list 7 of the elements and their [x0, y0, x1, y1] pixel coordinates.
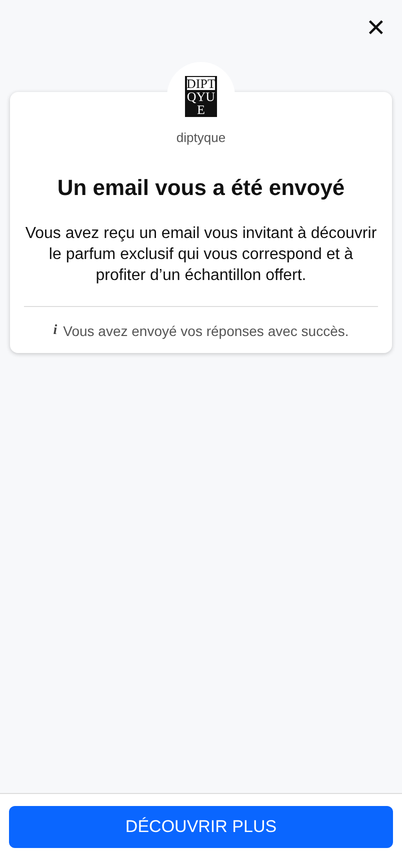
- info-text: Vous avez envoyé vos réponses avec succès.: [63, 323, 349, 339]
- card-message: Vous avez reçu un email vous invitant à découvrir le parfum exclusif qui vous correspond et à profiter d’un échantillon offert.: [24, 224, 378, 286]
- brand-name: diptyque: [176, 130, 226, 145]
- card-title: Un email vous a été envoyé: [57, 175, 345, 201]
- close-button[interactable]: ✕: [364, 16, 388, 40]
- info-icon: i: [53, 323, 58, 339]
- discover-button[interactable]: DÉCOUVRIR PLUS: [9, 806, 393, 848]
